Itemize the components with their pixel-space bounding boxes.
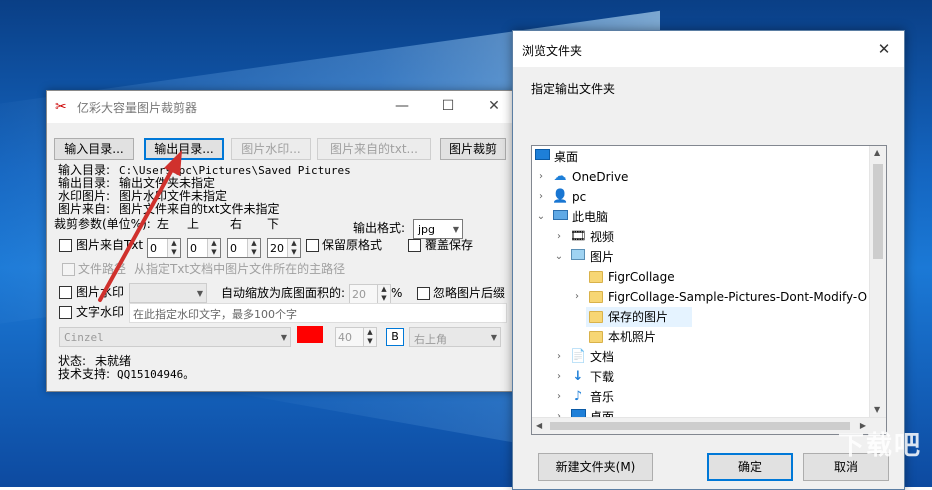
ok-button[interactable]: 确定 bbox=[707, 453, 793, 481]
tree-item-onedrive[interactable]: › ☁ OneDrive bbox=[532, 167, 871, 187]
tree-item-pc-user[interactable]: › 👤 pc bbox=[532, 187, 871, 207]
chevron-right-icon[interactable]: › bbox=[536, 187, 546, 207]
folder-tree[interactable]: 桌面 › ☁ OneDrive › 👤 pc ⌄ 此电脑 › 🎞 视频 ⌄ 图片 bbox=[531, 145, 887, 435]
site-watermark: 下载吧 bbox=[837, 431, 922, 461]
close-icon[interactable]: ✕ bbox=[864, 31, 904, 67]
dialog-prompt: 指定输出文件夹 bbox=[531, 82, 616, 96]
chevron-right-icon[interactable]: › bbox=[554, 347, 564, 367]
folder-icon bbox=[588, 269, 604, 285]
tree-item-figrcollage-sample[interactable]: › FigrCollage-Sample-Pictures-Dont-Modif… bbox=[532, 287, 871, 307]
new-folder-button[interactable]: 新建文件夹(M) bbox=[538, 453, 653, 481]
tree-item-figrcollage[interactable]: FigrCollage bbox=[532, 267, 871, 287]
dialog-titlebar: 浏览文件夹 ✕ bbox=[513, 31, 904, 67]
documents-icon: 📄 bbox=[570, 349, 587, 364]
dialog-title: 浏览文件夹 bbox=[522, 44, 583, 58]
scroll-left-icon[interactable]: ◀ bbox=[536, 421, 542, 430]
pictures-icon bbox=[570, 249, 586, 265]
tree-item-camera-roll[interactable]: 本机照片 bbox=[532, 327, 871, 347]
chevron-right-icon[interactable]: › bbox=[572, 287, 582, 307]
chevron-right-icon[interactable]: › bbox=[554, 227, 564, 247]
video-icon: 🎞 bbox=[570, 229, 587, 244]
tree-item-music[interactable]: › ♪ 音乐 bbox=[532, 387, 871, 407]
chevron-right-icon[interactable]: › bbox=[554, 387, 564, 407]
scroll-up-icon[interactable]: ▲ bbox=[874, 148, 880, 157]
tree-item-pictures[interactable]: ⌄ 图片 bbox=[532, 247, 871, 267]
download-icon: ↓ bbox=[572, 369, 584, 384]
desktop-icon bbox=[534, 149, 550, 165]
chevron-right-icon[interactable]: › bbox=[554, 367, 564, 387]
scroll-down-icon[interactable]: ▼ bbox=[874, 405, 880, 414]
browse-folder-dialog: 浏览文件夹 ✕ 指定输出文件夹 桌面 › ☁ OneDrive › 👤 pc ⌄… bbox=[512, 30, 905, 490]
tree-item-saved-pictures[interactable]: 保存的图片 bbox=[586, 307, 692, 327]
computer-icon bbox=[552, 209, 568, 225]
folder-icon bbox=[588, 309, 604, 325]
tree-item-desktop[interactable]: 桌面 bbox=[532, 147, 871, 167]
scrollbar-thumb[interactable] bbox=[550, 422, 850, 430]
tree-item-downloads[interactable]: › ↓ 下载 bbox=[532, 367, 871, 387]
chevron-down-icon[interactable]: ⌄ bbox=[554, 247, 564, 267]
user-icon: 👤 bbox=[552, 189, 569, 204]
tree-item-videos[interactable]: › 🎞 视频 bbox=[532, 227, 871, 247]
chevron-down-icon[interactable]: ⌄ bbox=[536, 207, 546, 227]
cloud-icon: ☁ bbox=[553, 169, 567, 184]
vertical-scrollbar[interactable]: ▲ ▼ bbox=[869, 146, 886, 434]
music-icon: ♪ bbox=[573, 389, 583, 404]
chevron-right-icon[interactable]: › bbox=[536, 167, 546, 187]
folder-icon bbox=[588, 289, 604, 305]
scrollbar-thumb[interactable] bbox=[873, 164, 883, 259]
tree-item-this-pc[interactable]: ⌄ 此电脑 bbox=[532, 207, 871, 227]
tree-item-documents[interactable]: › 📄 文档 bbox=[532, 347, 871, 367]
folder-icon bbox=[588, 329, 604, 345]
horizontal-scrollbar[interactable]: ◀ ▶ bbox=[532, 417, 886, 434]
